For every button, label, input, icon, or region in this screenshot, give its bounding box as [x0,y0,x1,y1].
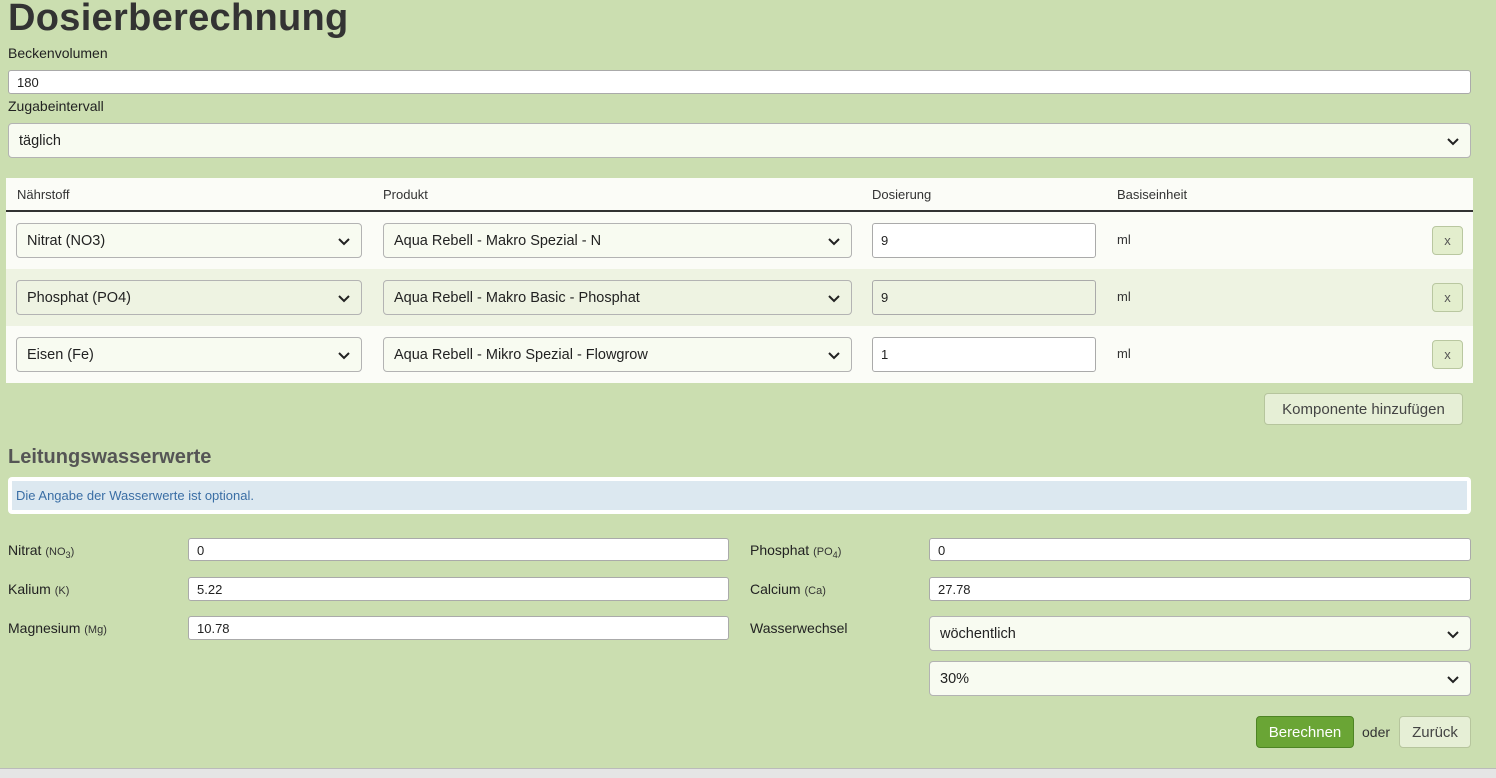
table-row: Eisen (Fe) Aqua Rebell - Mikro Spezial -… [6,326,1473,383]
product-select[interactable]: Aqua Rebell - Makro Basic - Phosphat [383,280,852,315]
table-header-nutrient: Nährstoff [17,187,70,202]
tap-water-title: Leitungswasserwerte [8,446,212,468]
chevron-down-icon [828,294,840,302]
nutrient-select-value: Eisen (Fe) [27,346,94,363]
water-change-label: Wasserwechsel [750,620,848,636]
base-unit: ml [1117,346,1131,361]
nutrient-select[interactable]: Phosphat (PO4) [16,280,362,315]
base-unit: ml [1117,232,1131,247]
chevron-down-icon [338,351,350,359]
volume-label: Beckenvolumen [8,45,108,61]
remove-row-button[interactable]: x [1432,283,1463,312]
table-row: Phosphat (PO4) Aqua Rebell - Makro Basic… [6,269,1473,326]
tap-water-note-text: Die Angabe der Wasserwerte ist optional. [12,481,1467,510]
tap-water-note: Die Angabe der Wasserwerte ist optional. [8,477,1471,514]
chevron-down-icon [1447,137,1459,145]
product-select[interactable]: Aqua Rebell - Mikro Spezial - Flowgrow [383,337,852,372]
phosphat-input[interactable]: 0 [929,538,1471,561]
product-select-value: Aqua Rebell - Makro Basic - Phosphat [394,289,640,306]
kalium-input[interactable]: 5.22 [188,577,729,601]
base-unit: ml [1117,289,1131,304]
water-change-percent-value: 30% [940,670,970,687]
nitrat-label: Nitrat (NO3) [8,542,75,561]
nutrient-select[interactable]: Eisen (Fe) [16,337,362,372]
magnesium-label: Magnesium (Mg) [8,620,107,636]
footer-divider [0,768,1496,778]
water-change-frequency-select[interactable]: wöchentlich [929,616,1471,651]
table-header-unit: Basiseinheit [1117,187,1188,202]
chevron-down-icon [1447,630,1459,638]
table-row: Nitrat (NO3) Aqua Rebell - Makro Spezial… [6,212,1473,269]
product-select[interactable]: Aqua Rebell - Makro Spezial - N [383,223,852,258]
kalium-label: Kalium (K) [8,581,70,597]
chevron-down-icon [1447,675,1459,683]
product-select-value: Aqua Rebell - Makro Spezial - N [394,232,602,249]
back-button[interactable]: Zurück [1399,716,1471,748]
chevron-down-icon [338,294,350,302]
interval-select[interactable]: täglich [8,123,1471,158]
magnesium-input[interactable]: 10.78 [188,616,729,640]
calcium-label: Calcium (Ca) [750,581,826,597]
volume-input[interactable]: 180 [8,70,1471,94]
interval-label: Zugabeintervall [8,98,104,114]
chevron-down-icon [828,237,840,245]
dose-input[interactable]: 9 [872,280,1096,315]
nutrient-select-value: Nitrat (NO3) [27,232,106,249]
table-header-product: Produkt [383,187,428,202]
nutrient-select-value: Phosphat (PO4) [27,289,131,306]
add-component-button[interactable]: Komponente hinzufügen [1264,393,1463,425]
dosing-table: Nährstoff Produkt Dosierung Basiseinheit… [6,178,1473,383]
remove-row-button[interactable]: x [1432,340,1463,369]
dose-input[interactable]: 1 [872,337,1096,372]
nutrient-select[interactable]: Nitrat (NO3) [16,223,362,258]
calcium-input[interactable]: 27.78 [929,577,1471,601]
nitrat-input[interactable]: 0 [188,538,729,561]
water-change-percent-select[interactable]: 30% [929,661,1471,696]
water-change-frequency-value: wöchentlich [940,625,1016,642]
interval-select-value: täglich [19,132,61,149]
chevron-down-icon [338,237,350,245]
table-header-dose: Dosierung [872,187,932,202]
calculate-button[interactable]: Berechnen [1256,716,1354,748]
chevron-down-icon [828,351,840,359]
dose-input[interactable]: 9 [872,223,1096,258]
page-title: Dosierberechnung [8,0,349,39]
remove-row-button[interactable]: x [1432,226,1463,255]
phosphat-label: Phosphat (PO4) [750,542,842,561]
product-select-value: Aqua Rebell - Mikro Spezial - Flowgrow [394,346,648,363]
or-text: oder [1362,724,1391,740]
